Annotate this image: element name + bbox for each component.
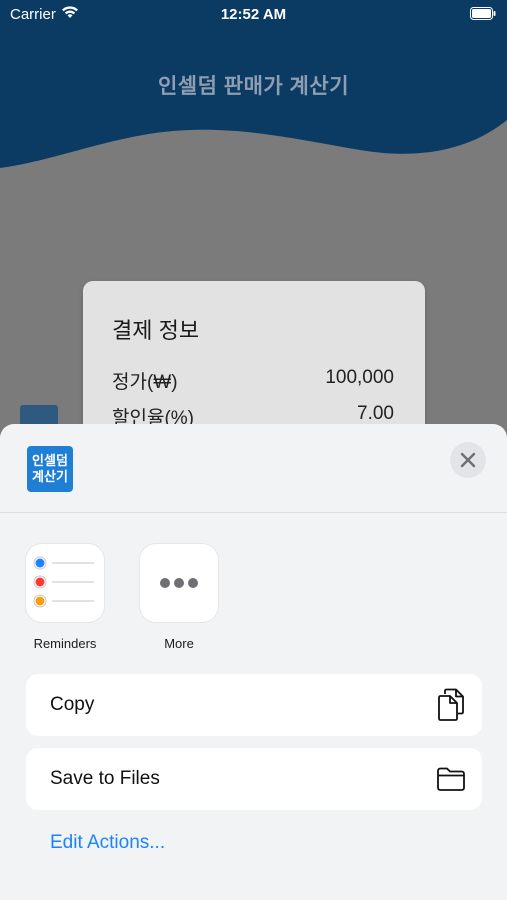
more-icon xyxy=(140,544,218,622)
price-label: 정가(₩) xyxy=(112,372,178,393)
discount-value: 7.00 xyxy=(357,403,394,424)
price-value: 100,000 xyxy=(325,367,394,388)
folder-icon xyxy=(436,766,466,797)
share-sheet: 인셀덤 계산기 Reminders More Copy Save to File… xyxy=(0,424,507,900)
copy-icon xyxy=(436,688,466,727)
clock: 12:52 AM xyxy=(220,6,287,23)
card-title: 결제 정보 xyxy=(112,318,200,343)
battery-icon xyxy=(470,7,496,24)
save-to-files-action[interactable]: Save to Files xyxy=(26,748,482,810)
save-to-files-label: Save to Files xyxy=(50,768,160,789)
copy-label: Copy xyxy=(50,694,95,715)
app-thumbnail: 인셀덤 계산기 xyxy=(27,446,73,492)
share-app-reminders[interactable]: Reminders xyxy=(26,544,104,651)
share-app-more[interactable]: More xyxy=(140,544,218,651)
share-sheet-header: 인셀덤 계산기 xyxy=(0,424,507,512)
status-bar: Carrier 12:52 AM xyxy=(0,0,507,28)
copy-action[interactable]: Copy xyxy=(26,674,482,736)
close-button[interactable] xyxy=(450,442,486,478)
close-icon xyxy=(460,452,476,468)
app-thumbnail-line-2: 계산기 xyxy=(32,469,68,484)
reminders-icon xyxy=(26,544,104,622)
app-thumbnail-line-1: 인셀덤 xyxy=(32,453,68,468)
edit-actions-link[interactable]: Edit Actions... xyxy=(50,832,165,854)
app-title: 인셀덤 판매가 계산기 xyxy=(157,75,350,98)
more-label: More xyxy=(164,636,194,651)
reminders-label: Reminders xyxy=(33,636,97,651)
divider xyxy=(0,512,507,513)
